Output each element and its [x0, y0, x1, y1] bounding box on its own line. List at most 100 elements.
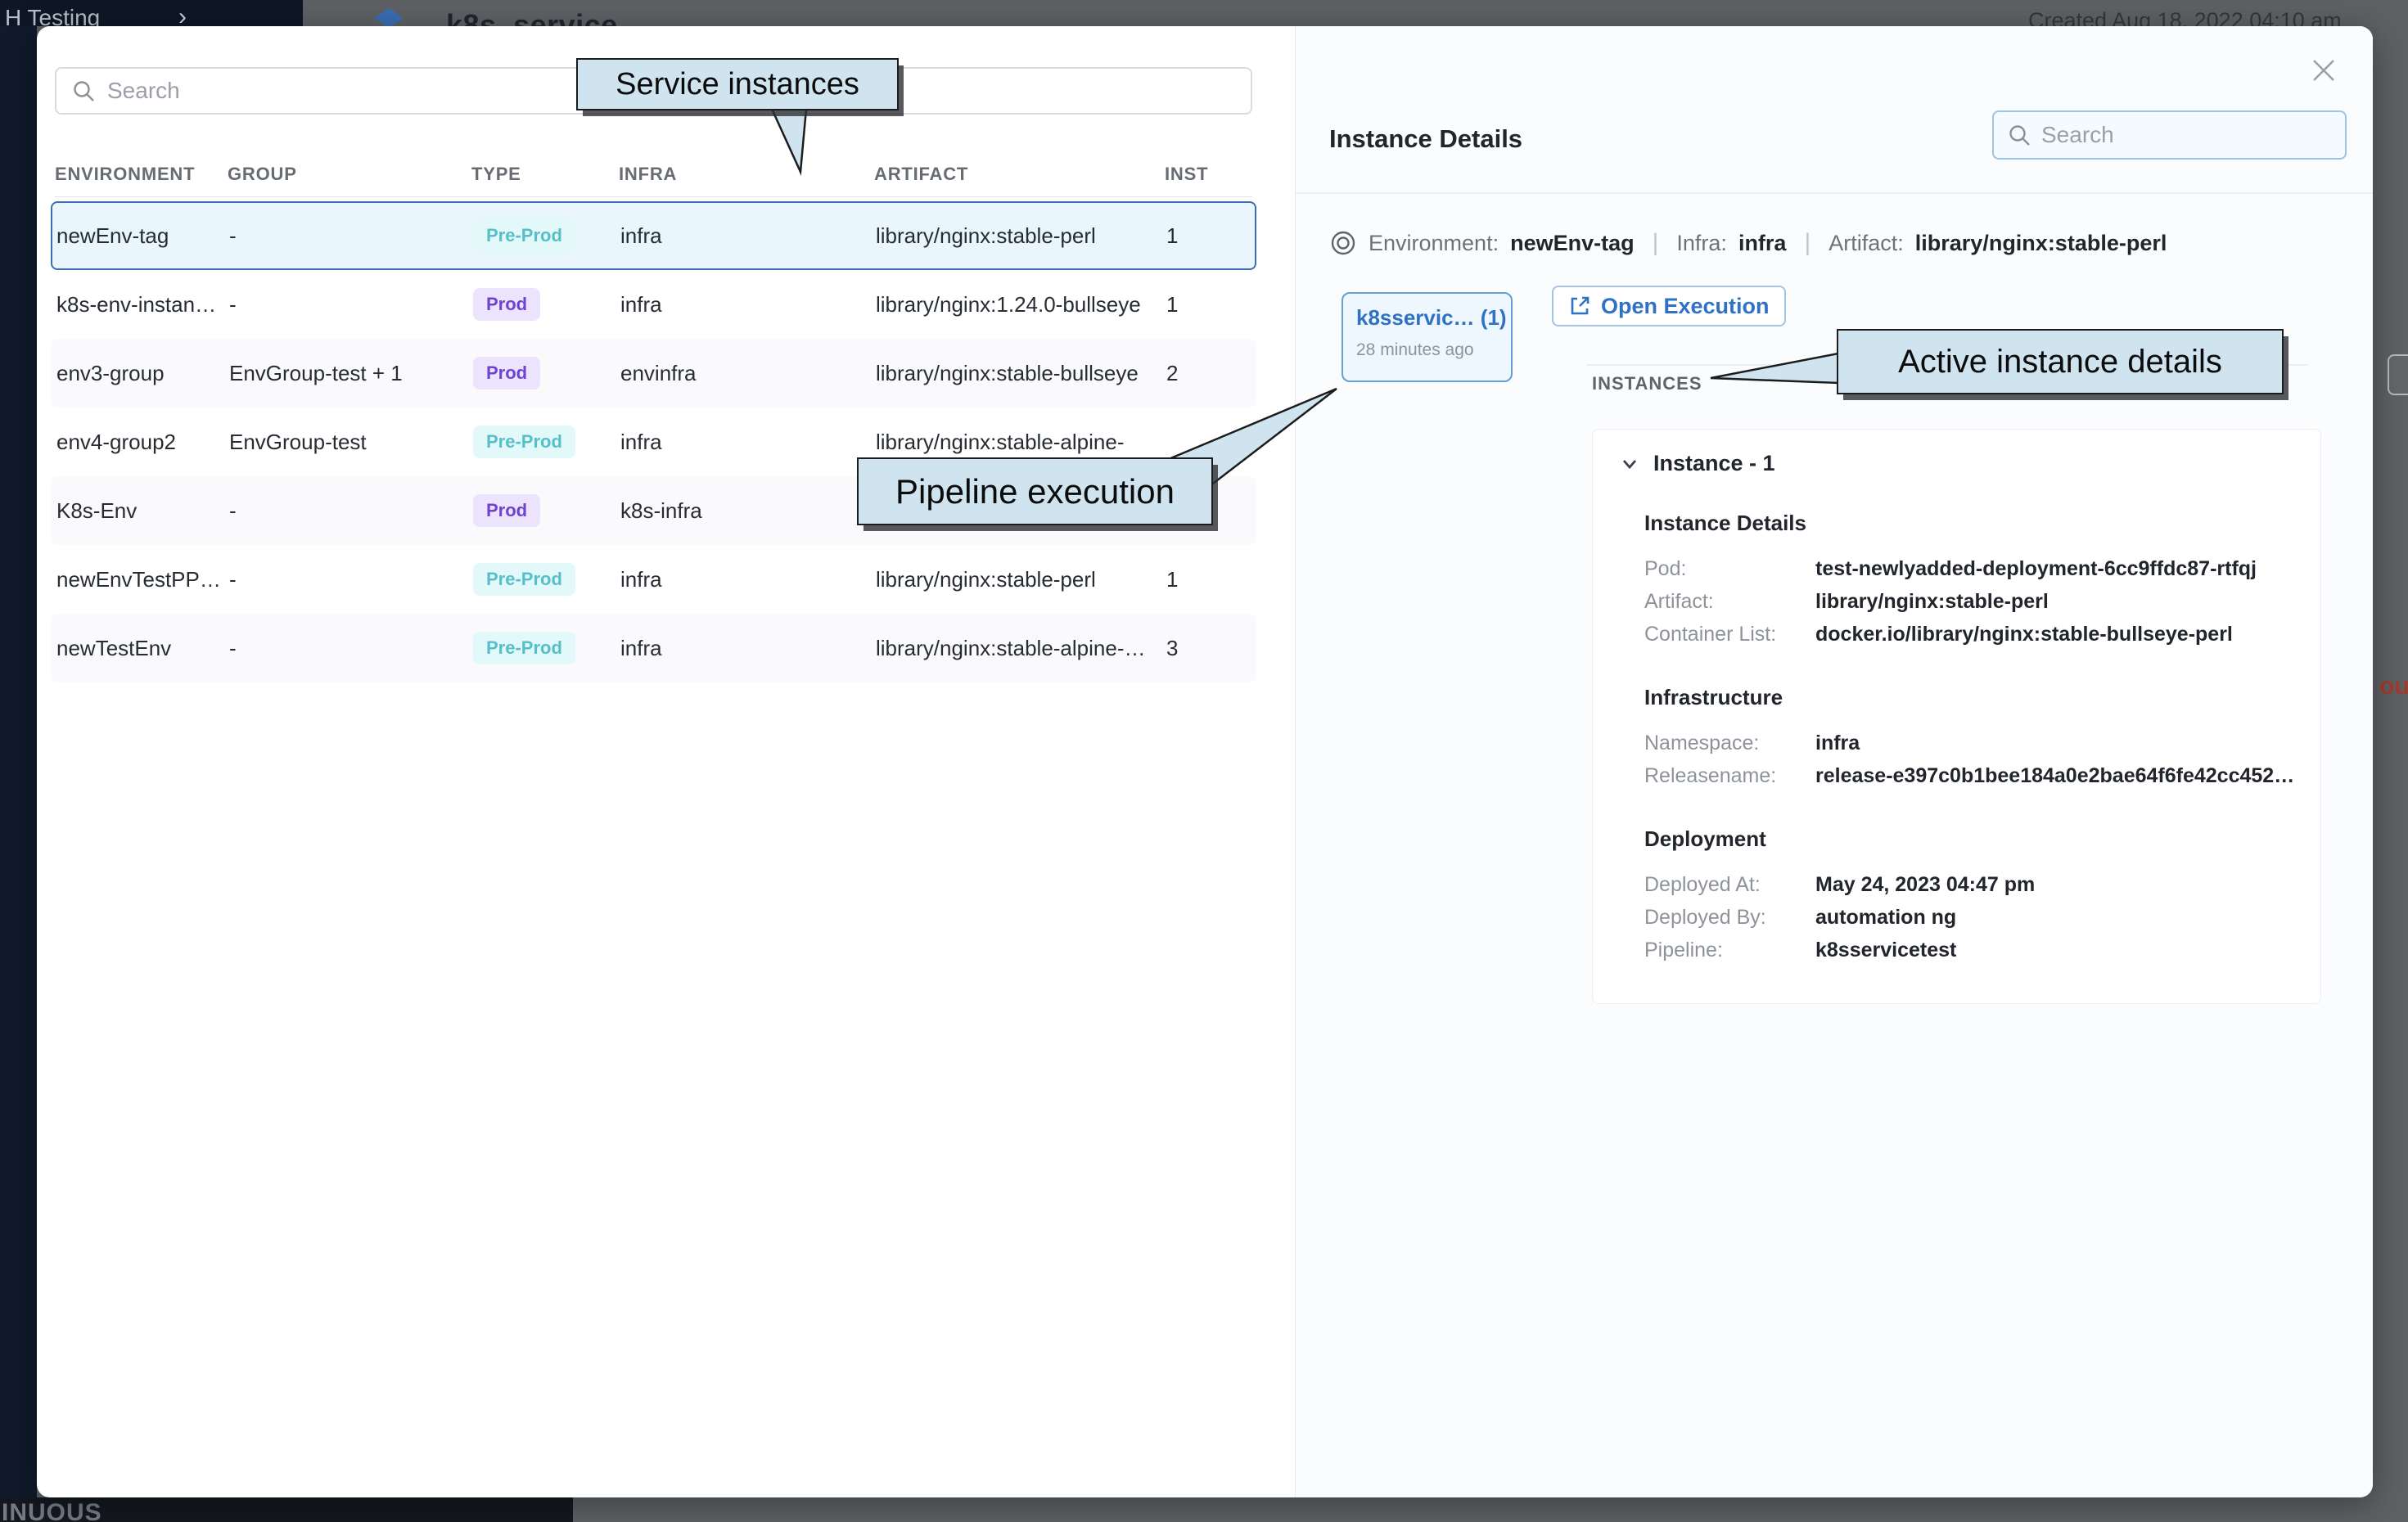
instance-card: Instance - 1 Instance Details Pod: test-… [1592, 429, 2321, 1004]
env-type-badge: Pre-Prod [473, 563, 575, 596]
artifact-label: Artifact: [1829, 231, 1904, 256]
artifact-value: library/nginx:stable-perl [1915, 231, 2167, 256]
cell-type: Prod [473, 288, 620, 321]
cell-group: - [229, 223, 473, 249]
execution-time: 28 minutes ago [1356, 340, 1498, 360]
callout-active-instance-details: Active instance details [1837, 329, 2284, 394]
cell-infra: infra [620, 292, 876, 317]
table-row-newTestEnv[interactable]: newTestEnv - Pre-Prod infra library/ngin… [51, 614, 1256, 682]
chevron-down-icon [1619, 453, 1640, 475]
execution-name: k8sservic… (1) [1356, 305, 1498, 331]
instance-details-section: Instance Details Pod: test-newlyadded-de… [1644, 511, 2320, 651]
search-placeholder: Search [107, 78, 180, 104]
infra-value: infra [1738, 231, 1787, 256]
separator: | [1797, 229, 1817, 257]
cell-group: - [229, 292, 473, 317]
page-title: k8s_service [446, 8, 618, 26]
detail-row-deployment: Deployed At: May 24, 2023 04:47 pm Deplo… [1644, 868, 2320, 966]
table-row-k8s-env-instance[interactable]: k8s-env-instan… - Prod infra library/ngi… [51, 270, 1256, 339]
red-text-fragment: ou [2379, 673, 2408, 700]
container-list-label: Container List: [1644, 618, 1815, 651]
pipeline-execution-card[interactable]: k8sservic… (1) 28 minutes ago [1342, 292, 1513, 382]
open-execution-button[interactable]: Open Execution [1552, 286, 1786, 326]
section-heading: Infrastructure [1644, 685, 2320, 710]
created-timestamp: Created Aug 18, 2022 04:10 am [2028, 8, 2342, 26]
section-heading: Deployment [1644, 826, 2320, 852]
button-outline-fragment [2388, 354, 2408, 395]
search-icon [71, 79, 96, 103]
pod-label: Pod: [1644, 552, 1815, 585]
cell-type: Pre-Prod [473, 219, 620, 252]
table-header-divider [55, 196, 1252, 197]
cell-environment: env4-group2 [56, 430, 229, 455]
panel-divider [1296, 192, 2373, 194]
service-cube-icon [372, 7, 405, 26]
col-environment: ENVIRONMENT [55, 164, 228, 185]
cell-infra: infra [620, 223, 876, 249]
cell-infra: infra [620, 430, 876, 455]
continuous-label-fragment: INUOUS [2, 1499, 102, 1522]
deployed-at-label: Deployed At: [1644, 868, 1815, 901]
cell-group: - [229, 498, 473, 524]
close-icon[interactable] [2307, 54, 2340, 87]
cell-infra: infra [620, 567, 876, 592]
instance-details-pane: Instance Details Search Environment: new… [1295, 26, 2373, 1497]
cell-inst: 1 [1166, 292, 1255, 317]
namespace-label: Namespace: [1644, 727, 1815, 759]
cell-type: Pre-Prod [473, 426, 620, 458]
infra-label: Infra: [1676, 231, 1727, 256]
cell-inst: 3 [1166, 636, 1255, 661]
infrastructure-section: Infrastructure Namespace: infra Releasen… [1644, 685, 2320, 792]
search-icon [2007, 123, 2031, 147]
col-artifact: ARTIFACT [874, 164, 1165, 185]
sidebar-left-dimmed [0, 26, 37, 1497]
instance-title: Instance - 1 [1653, 451, 1775, 476]
col-group: GROUP [228, 164, 471, 185]
cell-type: Pre-Prod [473, 632, 620, 664]
releasename-value: release-e397c0b1bee184a0e2bae64f6fe42cc4… [1815, 759, 2320, 792]
env-type-badge: Prod [473, 357, 540, 390]
table-row-env3-group[interactable]: env3-group EnvGroup-test + 1 Prod envinf… [51, 339, 1256, 408]
pipeline-label: Pipeline: [1644, 934, 1815, 966]
cell-environment: k8s-env-instan… [56, 292, 229, 317]
container-list-value: docker.io/library/nginx:stable-bullseye-… [1815, 618, 2320, 651]
section-heading: Instance Details [1644, 511, 2320, 536]
backdrop-right-dimmed: ou [2373, 26, 2408, 1497]
cell-artifact: library/nginx:stable-alpine- [876, 430, 1166, 455]
sidebar-top-fragment: H Testing › [0, 0, 303, 26]
namespace-value: infra [1815, 727, 2320, 759]
search-placeholder: Search [2041, 122, 2114, 148]
table-body: newEnv-tag - Pre-Prod infra library/ngin… [51, 201, 1256, 682]
env-type-badge: Pre-Prod [473, 426, 575, 458]
nav-project-fragment: H Testing [5, 5, 100, 26]
cell-type: Prod [473, 494, 620, 527]
pod-value: test-newlyadded-deployment-6cc9ffdc87-rt… [1815, 552, 2320, 585]
artifact-label: Artifact: [1644, 585, 1815, 618]
cell-group: - [229, 636, 473, 661]
cell-infra: infra [620, 636, 876, 661]
deployed-by-value: automation ng [1815, 901, 2320, 934]
releasename-label: Releasename: [1644, 759, 1815, 792]
table-row-newEnvTestPP[interactable]: newEnvTestPP… - Pre-Prod infra library/n… [51, 545, 1256, 614]
artifact-value: library/nginx:stable-perl [1815, 585, 2320, 618]
instance-accordion-toggle[interactable]: Instance - 1 [1619, 451, 2320, 476]
backdrop-bottom-dimmed: INUOUS [0, 1497, 2408, 1522]
cell-inst: 1 [1166, 567, 1255, 592]
instance-search-input[interactable]: Search [1992, 110, 2347, 160]
environment-icon [1329, 229, 1357, 257]
cell-environment: env3-group [56, 361, 229, 386]
env-type-badge: Pre-Prod [473, 632, 575, 664]
service-instances-modal: Search ENVIRONMENT GROUP TYPE INFRA ARTI… [37, 26, 2373, 1497]
table-row-newEnv-tag[interactable]: newEnv-tag - Pre-Prod infra library/ngin… [51, 201, 1256, 270]
env-type-badge: Pre-Prod [473, 219, 575, 252]
callout-service-instances: Service instances [576, 58, 899, 110]
col-type: TYPE [471, 164, 619, 185]
cell-group: - [229, 567, 473, 592]
callout-pipeline-execution: Pipeline execution [857, 457, 1213, 525]
cell-inst: 1 [1166, 223, 1255, 249]
cell-type: Prod [473, 357, 620, 390]
env-type-badge: Prod [473, 494, 540, 527]
col-inst: INST [1165, 164, 1252, 185]
cell-environment: newEnv-tag [56, 223, 229, 249]
separator: | [1646, 229, 1666, 257]
